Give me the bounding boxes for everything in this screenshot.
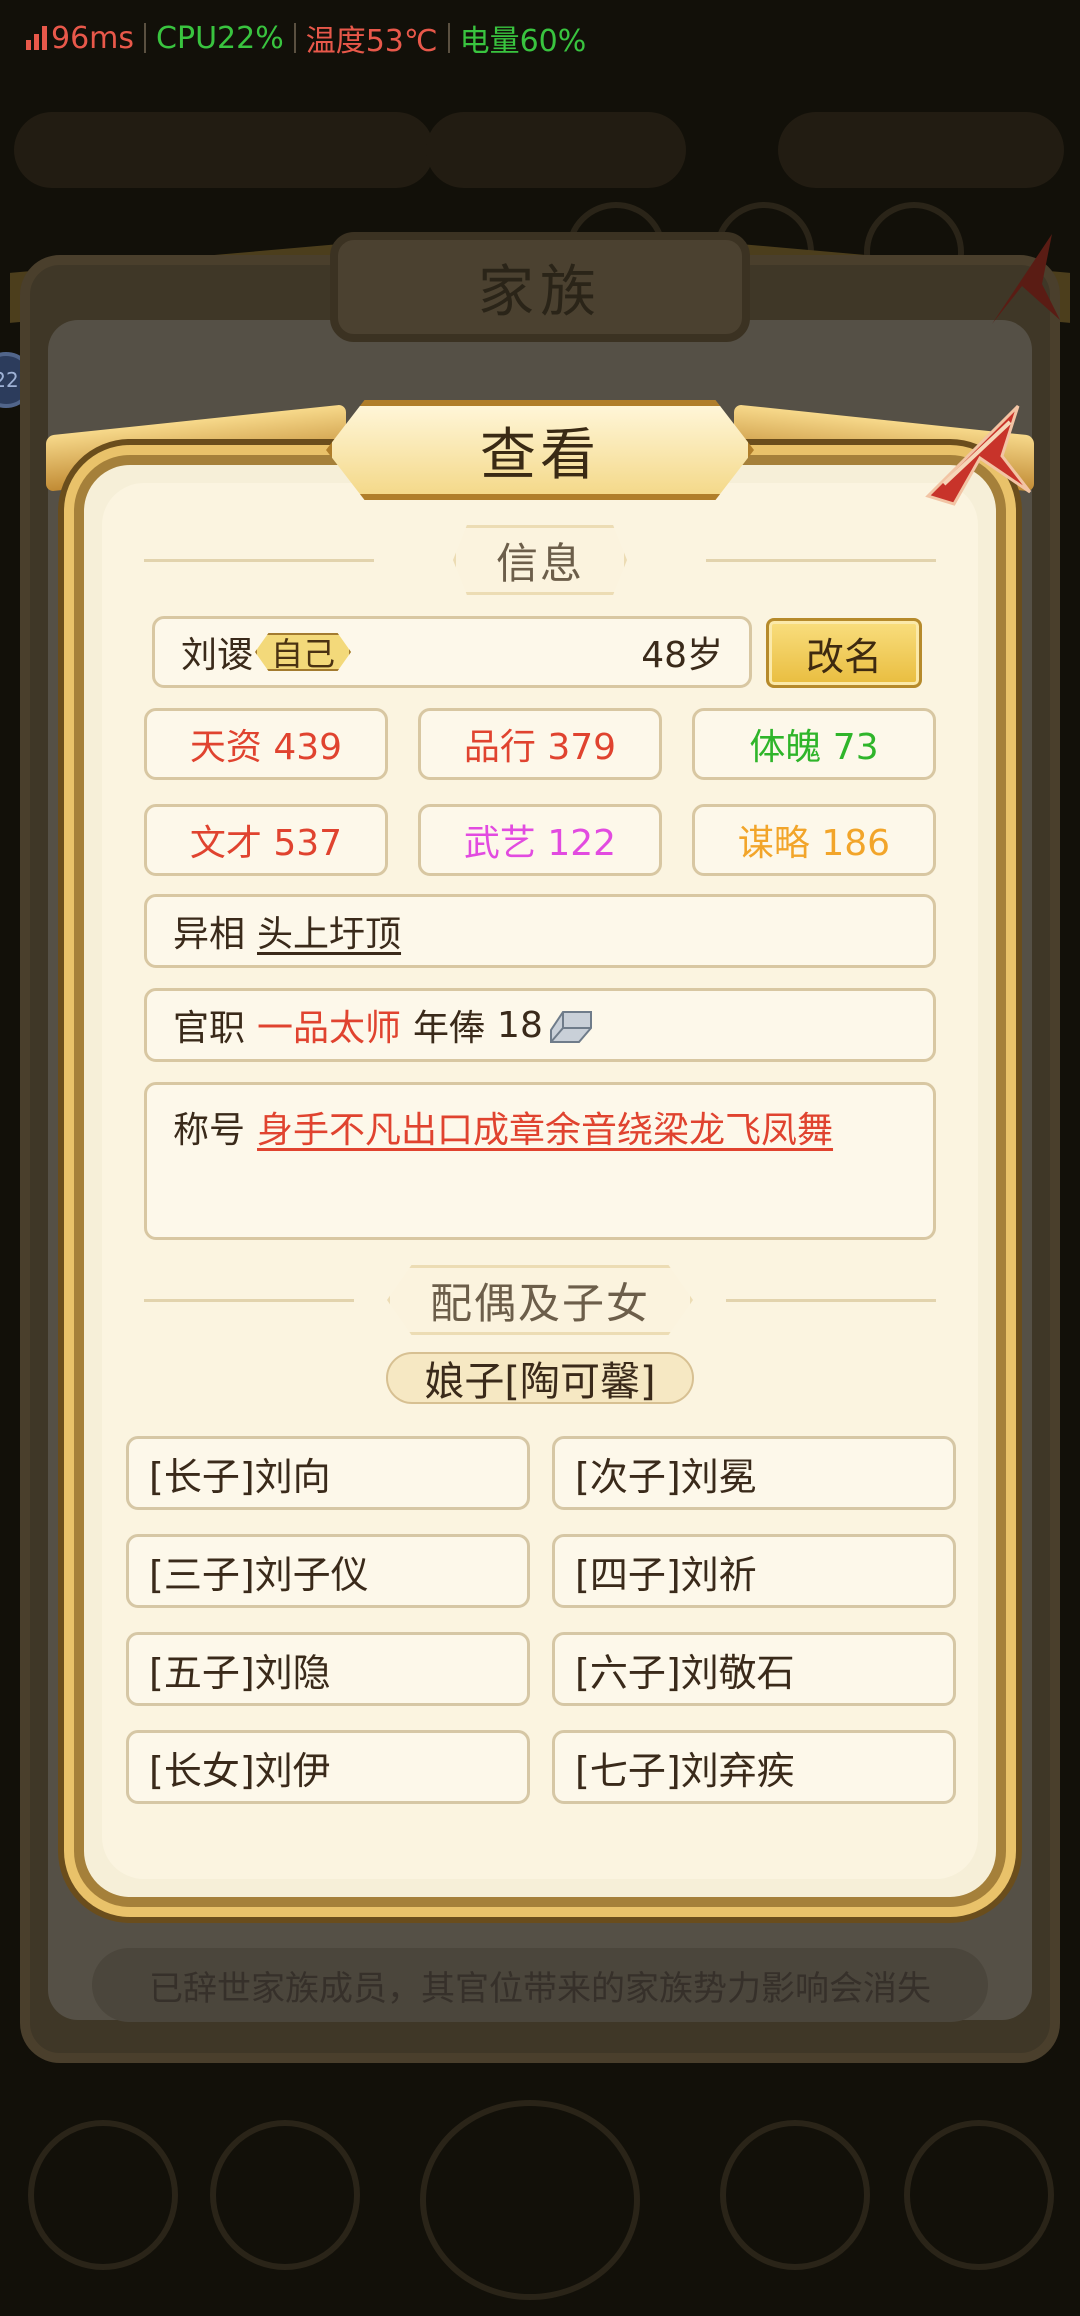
divider bbox=[447, 23, 450, 53]
child-entry[interactable]: [次子]刘冕 bbox=[552, 1436, 956, 1510]
latency-text: 96ms bbox=[51, 20, 135, 56]
child-entry[interactable]: [五子]刘隐 bbox=[126, 1632, 530, 1706]
temperature-text: 温度53℃ bbox=[305, 24, 438, 59]
salary-label: 年俸 bbox=[413, 1008, 486, 1049]
battery-text: 电量60% bbox=[459, 24, 587, 59]
divider bbox=[293, 23, 296, 53]
bg-era-bar bbox=[426, 112, 686, 188]
office-value: 一品太师 bbox=[257, 1008, 402, 1049]
stat-strategy: 谋略 186 bbox=[692, 804, 936, 876]
bg-nav-icon bbox=[210, 2120, 360, 2270]
stat-physique: 体魄 73 bbox=[692, 708, 936, 780]
stat-conduct: 品行 379 bbox=[418, 708, 662, 780]
salary-value: 18 bbox=[497, 1004, 543, 1046]
trait-row: 异相 头上圩顶 bbox=[144, 894, 936, 968]
child-entry[interactable]: [七子]刘弃疾 bbox=[552, 1730, 956, 1804]
bg-family-members-bar bbox=[14, 112, 434, 188]
child-entry[interactable]: [四子]刘祈 bbox=[552, 1534, 956, 1608]
stat-martial: 武艺 122 bbox=[418, 804, 662, 876]
child-entry[interactable]: [三子]刘子仪 bbox=[126, 1534, 530, 1608]
child-entry[interactable]: [六子]刘敬石 bbox=[552, 1632, 956, 1706]
signal-icon bbox=[26, 26, 47, 50]
stat-talent: 天资 439 bbox=[144, 708, 388, 780]
office-row: 官职 一品太师 年俸 18 bbox=[144, 988, 936, 1062]
office-label: 官职 bbox=[173, 1008, 246, 1049]
close-icon[interactable] bbox=[914, 400, 1034, 510]
family-section-header: 配偶及子女 bbox=[144, 1264, 936, 1336]
bg-nav-icon bbox=[28, 2120, 178, 2270]
silver-ingot-icon bbox=[549, 1011, 592, 1043]
bg-resource-bar bbox=[778, 112, 1064, 188]
bg-nav-icon bbox=[904, 2120, 1054, 2270]
divider bbox=[144, 23, 147, 53]
family-notice: 已辞世家族成员，其官位带来的家族势力影响会消失 bbox=[92, 1948, 988, 2022]
cpu-text: CPU22% bbox=[156, 20, 284, 56]
info-section-header: 信息 bbox=[144, 524, 936, 596]
title-row: 称号 身手不凡出口成章余音绕梁龙飞凤舞 bbox=[144, 1082, 936, 1240]
title-label: 称号 bbox=[173, 1110, 246, 1151]
family-close-icon[interactable] bbox=[982, 224, 1062, 334]
self-tag: 自己 bbox=[255, 633, 352, 671]
performance-overlay: 96ms CPU22% 温度53℃ 电量60% bbox=[26, 18, 587, 59]
name-row: 刘谡 自己 48岁 bbox=[152, 616, 752, 688]
bg-nav-icon bbox=[420, 2100, 640, 2300]
child-entry[interactable]: [长子]刘向 bbox=[126, 1436, 530, 1510]
rename-button[interactable]: 改名 bbox=[766, 618, 922, 688]
bg-nav-icon bbox=[720, 2120, 870, 2270]
dialog-title: 查看 bbox=[326, 400, 754, 500]
trait-label: 异相 bbox=[173, 914, 246, 955]
spouse-entry[interactable]: 娘子[陶可馨] bbox=[386, 1352, 694, 1405]
title-value[interactable]: 身手不凡出口成章余音绕梁龙飞凤舞 bbox=[257, 1101, 833, 1153]
family-section-label: 配偶及子女 bbox=[386, 1265, 693, 1335]
child-entry[interactable]: [长女]刘伊 bbox=[126, 1730, 530, 1804]
person-age: 48岁 bbox=[641, 635, 723, 676]
family-window-title: 家族 bbox=[330, 232, 750, 342]
ornament-line bbox=[144, 559, 374, 562]
ornament-line bbox=[726, 1299, 936, 1302]
info-section-label: 信息 bbox=[452, 525, 627, 595]
ornament-line bbox=[144, 1299, 354, 1302]
ornament-line bbox=[706, 559, 936, 562]
person-name: 刘谡 bbox=[181, 635, 254, 676]
stat-literary: 文才 537 bbox=[144, 804, 388, 876]
trait-value[interactable]: 头上圩顶 bbox=[257, 905, 401, 957]
